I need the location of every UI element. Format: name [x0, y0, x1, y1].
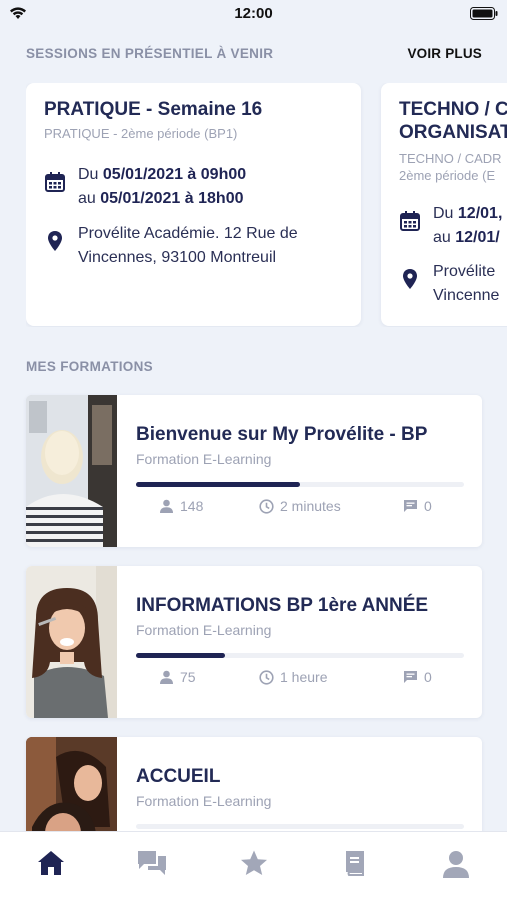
formation-type: Formation E-Learning	[136, 793, 272, 809]
learners-stat: 75	[159, 669, 196, 685]
user-icon	[160, 499, 173, 513]
see-more-link[interactable]: VOIR PLUS	[407, 46, 482, 61]
session-title-line1: TECHNO / C	[399, 99, 507, 120]
comments-count: 0	[424, 669, 432, 685]
learners-count: 75	[180, 669, 196, 685]
book-icon	[346, 851, 364, 876]
star-icon	[241, 850, 267, 875]
learners-count: 148	[180, 498, 204, 514]
calendar-icon	[45, 172, 65, 192]
battery-icon	[470, 7, 498, 20]
formations-title: MES FORMATIONS	[26, 359, 153, 374]
location-line2: Vincenne	[433, 287, 500, 304]
home-icon	[38, 851, 64, 875]
duration-value: 2 minutes	[280, 498, 341, 514]
sessions-carousel[interactable]: PRATIQUE - Semaine 16 PRATIQUE - 2ème pé…	[26, 83, 507, 327]
formation-stats: 148 2 minutes 0	[159, 498, 459, 518]
sessions-header: SESSIONS EN PRÉSENTIEL À VENIR VOIR PLUS	[26, 46, 486, 66]
clock-icon	[259, 669, 274, 685]
date-from-prefix: Du	[78, 166, 103, 183]
formation-title: Bienvenue sur My Provélite - BP	[136, 424, 428, 445]
date-to: 05/01/2021 à 18h00	[100, 190, 244, 207]
session-title-line2: ORGANISAT	[399, 122, 507, 143]
comments-stat: 0	[403, 669, 432, 685]
date-to-prefix: au	[78, 190, 101, 207]
location-pin-icon	[48, 231, 62, 251]
session-subtitle-line2: 2ème période (E	[399, 168, 496, 183]
calendar-icon	[400, 211, 420, 231]
user-icon	[160, 670, 173, 684]
formation-type: Formation E-Learning	[136, 451, 272, 467]
tab-home[interactable]	[31, 849, 71, 883]
location-pin-icon	[403, 269, 417, 289]
progress-bar	[136, 653, 464, 658]
formation-stats: 75 1 heure 0	[159, 669, 459, 689]
formation-title: INFORMATIONS BP 1ère ANNÉE	[136, 595, 429, 616]
formation-card[interactable]: Bienvenue sur My Provélite - BP Formatio…	[26, 395, 482, 547]
location-line2: Vincennes, 93100 Montreuil	[78, 249, 277, 266]
date-to: 12/01/	[455, 229, 500, 246]
session-location: Provélite Vincenne	[399, 260, 499, 308]
tab-profile[interactable]	[436, 849, 476, 883]
session-dates: Du 05/01/2021 à 09h00 au 05/01/2021 à 18…	[44, 163, 246, 211]
progress-fill	[136, 653, 225, 658]
location-line1: Provélite	[433, 263, 496, 280]
session-card[interactable]: TECHNO / C ORGANISAT TECHNO / CADR 2ème …	[381, 83, 507, 326]
comments-count: 0	[424, 498, 432, 514]
formation-thumbnail	[26, 566, 117, 718]
learners-stat: 148	[159, 498, 203, 514]
session-title: PRATIQUE - Semaine 16	[44, 99, 263, 120]
status-bar: 12:00	[0, 0, 507, 28]
tab-library[interactable]	[335, 849, 375, 883]
tab-messages[interactable]	[132, 849, 172, 883]
chat-icon	[138, 851, 166, 875]
formation-title: ACCUEIL	[136, 766, 221, 787]
location-line1: Provélite Académie. 12 Rue de	[78, 225, 298, 242]
progress-fill	[136, 482, 300, 487]
comments-stat: 0	[403, 498, 432, 514]
session-dates: Du 12/01, au 12/01/	[399, 202, 502, 250]
session-location: Provélite Académie. 12 Rue de Vincennes,…	[44, 222, 298, 270]
progress-bar	[136, 824, 464, 829]
session-subtitle: PRATIQUE - 2ème période (BP1)	[44, 126, 238, 141]
progress-bar	[136, 482, 464, 487]
formation-card[interactable]: INFORMATIONS BP 1ère ANNÉE Formation E-L…	[26, 566, 482, 718]
comment-icon	[404, 500, 417, 512]
date-from: 12/01,	[457, 205, 503, 222]
formation-type: Formation E-Learning	[136, 622, 272, 638]
session-subtitle-line1: TECHNO / CADR	[399, 151, 502, 166]
comment-icon	[404, 671, 417, 683]
clock-icon	[259, 498, 274, 514]
status-time: 12:00	[234, 5, 273, 22]
tab-favorites[interactable]	[234, 849, 274, 883]
duration-value: 1 heure	[280, 669, 328, 685]
user-icon	[443, 851, 469, 878]
date-from: 05/01/2021 à 09h00	[102, 166, 247, 183]
date-to-prefix: au	[433, 229, 456, 246]
session-card[interactable]: PRATIQUE - Semaine 16 PRATIQUE - 2ème pé…	[26, 83, 361, 326]
duration-stat: 2 minutes	[259, 498, 341, 514]
tab-bar	[0, 831, 507, 900]
formation-thumbnail	[26, 395, 117, 547]
duration-stat: 1 heure	[259, 669, 327, 685]
date-from-prefix: Du	[433, 205, 458, 222]
